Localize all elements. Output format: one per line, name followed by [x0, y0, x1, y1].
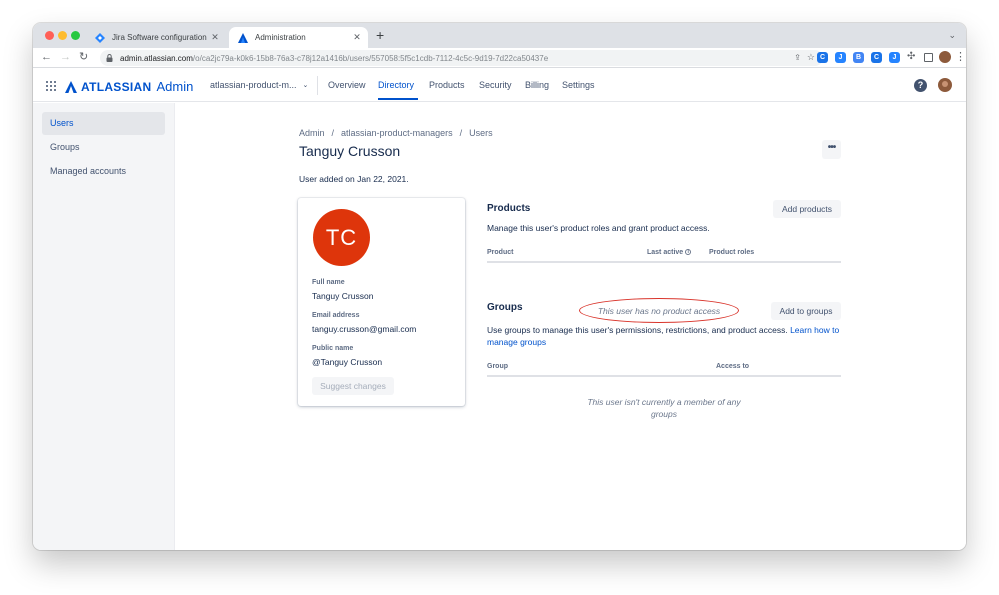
url-path: /o/ca2jc79a-k0k6-15b8-76a3-c78j12a1416b/…	[192, 53, 549, 63]
profile-avatar[interactable]	[939, 51, 951, 63]
add-products-button[interactable]: Add products	[773, 200, 841, 218]
page-title: Tanguy Crusson	[299, 143, 401, 159]
full-name-value: Tanguy Crusson	[312, 291, 374, 301]
close-window-button[interactable]	[45, 31, 54, 40]
nav-security[interactable]: Security	[479, 80, 512, 90]
user-initials-avatar: TC	[313, 209, 370, 266]
app-switcher-icon[interactable]	[46, 81, 56, 91]
more-vert-icon[interactable]: ⋮	[955, 50, 966, 63]
nav-divider	[317, 76, 318, 95]
product-name: Admin	[156, 79, 194, 94]
sidebar-item-managed-accounts[interactable]: Managed accounts	[42, 160, 165, 183]
close-icon[interactable]: ✕	[350, 32, 364, 43]
refresh-app-icon[interactable]: C	[871, 52, 882, 63]
org-name: atlassian-product-m...	[210, 80, 297, 90]
public-name-label: Public name	[312, 345, 354, 352]
help-icon[interactable]: ?	[914, 79, 927, 92]
info-icon[interactable]: i	[685, 249, 692, 256]
address-bar[interactable]: admin.atlassian.com/o/ca2jc79a-k0k6-15b8…	[100, 50, 823, 66]
nav-directory[interactable]: Directory	[378, 80, 414, 90]
app-navigation: ATLASSIAN Admin atlassian-product-m... ⌄…	[33, 69, 966, 102]
groups-heading: Groups	[487, 302, 523, 313]
extensions-icon[interactable]: ✣	[907, 51, 915, 62]
public-name-value: @Tanguy Crusson	[312, 357, 383, 367]
column-group: Group	[487, 363, 508, 370]
nav-overview[interactable]: Overview	[328, 80, 366, 90]
table-header-divider	[487, 375, 841, 377]
bookmark-app-icon[interactable]: B	[853, 52, 864, 63]
column-last-active-label: Last active	[647, 249, 684, 256]
tab-title: Administration	[255, 33, 306, 42]
tab-bar: Jira Software configuration - Ji ✕ Admin…	[33, 23, 966, 48]
brand-name: ATLASSIAN	[81, 79, 152, 94]
profile-card: TC Full name Tanguy Crusson Email addres…	[298, 198, 465, 406]
main-content: Admin / atlassian-product-managers / Use…	[176, 103, 966, 550]
breadcrumb: Admin / atlassian-product-managers / Use…	[299, 128, 493, 138]
breadcrumb-users[interactable]: Users	[469, 128, 493, 138]
add-to-groups-button[interactable]: Add to groups	[771, 302, 841, 320]
annotation-ellipse	[579, 298, 739, 323]
active-nav-indicator	[378, 98, 418, 100]
table-header-divider	[487, 261, 841, 263]
column-access-to: Access to	[716, 363, 750, 370]
share-icon[interactable]: ⇪	[794, 53, 801, 62]
groups-description-text: Use groups to manage this user's permiss…	[487, 325, 788, 335]
full-name-label: Full name	[312, 279, 345, 286]
more-actions-button[interactable]: •••	[822, 140, 841, 159]
jira-ext-icon[interactable]: J	[889, 52, 900, 63]
breadcrumb-separator: /	[459, 128, 463, 138]
minimize-window-button[interactable]	[58, 31, 67, 40]
maximize-window-button[interactable]	[71, 31, 80, 40]
email-label: Email address	[312, 312, 360, 319]
tab-jira-config[interactable]: Jira Software configuration - Ji ✕	[86, 27, 226, 48]
forward-button[interactable]: →	[60, 50, 71, 65]
suggest-changes-button[interactable]: Suggest changes	[312, 377, 394, 395]
nav-settings[interactable]: Settings	[562, 80, 595, 90]
groups-empty-state: This user isn't currently a member of an…	[587, 397, 741, 419]
atlassian-icon	[238, 32, 248, 43]
column-product-roles: Product roles	[709, 249, 755, 256]
nav-products[interactable]: Products	[429, 80, 465, 90]
tab-title: Jira Software configuration - Ji	[112, 33, 208, 42]
column-product: Product	[487, 249, 514, 256]
breadcrumb-org[interactable]: atlassian-product-managers	[341, 128, 453, 138]
reload-button[interactable]: ↻	[79, 50, 88, 65]
jira-icon	[95, 32, 105, 43]
new-tab-button[interactable]: +	[376, 28, 384, 42]
side-panel-icon[interactable]	[924, 53, 933, 62]
atlassian-admin-logo[interactable]: ATLASSIAN Admin	[65, 79, 193, 94]
atlassian-logo-icon	[65, 80, 77, 93]
breadcrumb-admin[interactable]: Admin	[299, 128, 325, 138]
groups-description: Use groups to manage this user's permiss…	[487, 324, 841, 348]
nav-billing[interactable]: Billing	[525, 80, 549, 90]
org-selector[interactable]: atlassian-product-m... ⌄	[210, 80, 308, 90]
email-value: tanguy.crusson@gmail.com	[312, 324, 417, 334]
tab-administration[interactable]: Administration ✕	[229, 27, 368, 48]
products-heading: Products	[487, 203, 531, 214]
jira-icon[interactable]: J	[835, 52, 846, 63]
close-icon[interactable]: ✕	[208, 32, 222, 43]
sidebar-item-users[interactable]: Users	[42, 112, 165, 135]
back-button[interactable]: ←	[41, 50, 52, 65]
sidebar-item-groups[interactable]: Groups	[42, 136, 165, 159]
column-last-active: Last active i	[647, 249, 692, 256]
cf-icon[interactable]: C	[817, 52, 828, 63]
products-description: Manage this user's product roles and gra…	[487, 223, 710, 233]
browser-toolbar: ← → ↻ admin.atlassian.com/o/ca2jc79a-k0k…	[33, 48, 966, 68]
sidebar: Users Groups Managed accounts	[33, 103, 175, 550]
breadcrumb-separator: /	[331, 128, 335, 138]
star-icon[interactable]: ☆	[807, 52, 815, 63]
url-host: admin.atlassian.com	[120, 53, 193, 63]
chevron-down-icon: ⌄	[302, 82, 309, 89]
user-added-text: User added on Jan 22, 2021.	[299, 174, 409, 184]
user-avatar[interactable]	[938, 78, 952, 92]
browser-window: Jira Software configuration - Ji ✕ Admin…	[33, 23, 966, 550]
lock-icon	[106, 54, 113, 62]
chevron-down-icon[interactable]: ⌄	[948, 30, 956, 41]
